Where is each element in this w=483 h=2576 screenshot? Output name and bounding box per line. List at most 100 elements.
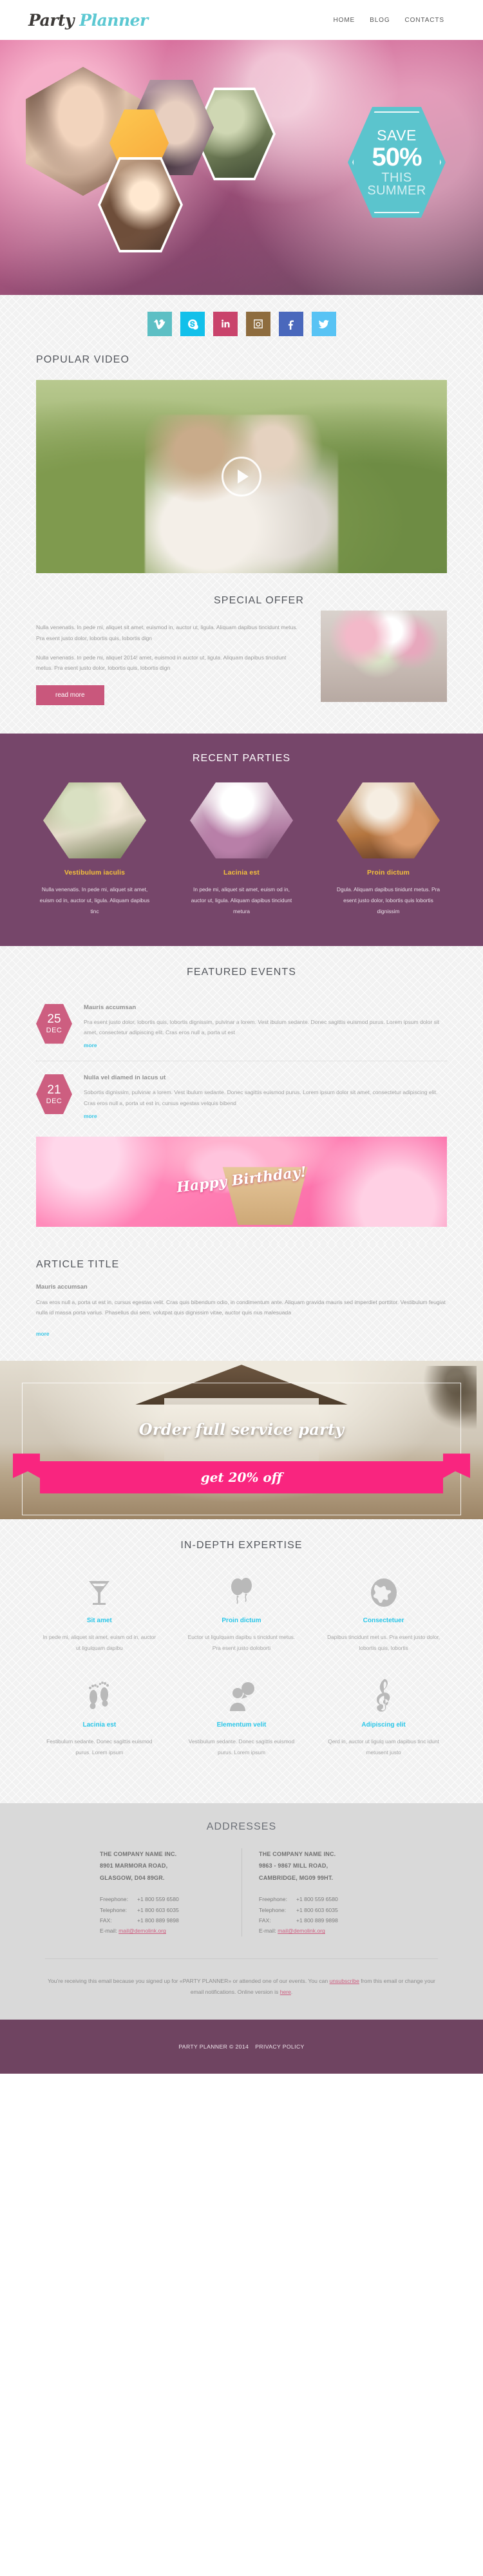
facebook-icon[interactable] [278,312,303,336]
expertise-item: Elementum velit Vestibulum sedante. Done… [171,1674,313,1777]
address-block: THE COMPANY NAME INC. 8901 MARMORA ROAD,… [83,1848,242,1937]
globe-icon [327,1569,440,1608]
article-more-link[interactable]: more [36,1331,49,1337]
expertise-text: In pede mi, aliquet sit amet, euism od i… [43,1634,156,1652]
address-company: THE COMPANY NAME INC. [100,1851,177,1858]
skype-icon[interactable] [180,312,205,336]
freephone-row: Freephone: +1 800 559 6580 [100,1894,225,1904]
cupcake-photo: Happy Birthday! [36,1136,447,1227]
fax-label: FAX: [259,1917,271,1924]
email-label: E-mail: [100,1927,117,1935]
expertise-text: Euctor ut ligulquam dapibu s tincidunt m… [187,1634,296,1652]
recent-party-card[interactable]: Proin dictum Dgula. Aliquam dapibus tini… [320,782,457,918]
unsubscribe-link[interactable]: unsubscribe [330,1978,359,1984]
promo-badge[interactable]: SAVE 50% THIS SUMMER [348,107,446,218]
fax-row: FAX: +1 800 889 9898 [259,1915,383,1926]
telephone-row: Telephone: +1 800 603 6035 [100,1905,225,1915]
recent-party-card[interactable]: Vestibulum iaculis Nulla venenatis. In p… [26,782,163,918]
event-item: 25 DEC Mauris accumsan Pra esent justo d… [36,995,447,1061]
cocktail-glass-icon [43,1569,156,1608]
recent-party-thumbnail [337,782,440,858]
expertise-title: IN-DEPTH EXPERTISE [180,1540,303,1551]
vimeo-icon[interactable] [147,312,172,336]
main-navigation: HOME BLOG CONTACTS [334,17,444,24]
recent-party-text: Dgula. Aliquam dapibus tinidunt metus. P… [336,886,440,915]
freephone-row: Freephone: +1 800 559 6580 [259,1894,383,1904]
recent-party-heading: Lacinia est [223,869,260,876]
event-more-link[interactable]: more [84,1042,97,1048]
expertise-heading: Lacinia est [82,1721,117,1728]
special-offer-title: SPECIAL OFFER [214,595,304,606]
hero-banner: SAVE 50% THIS SUMMER [0,40,483,295]
expertise-item: Consectetuer Dapibus tincidunt met us. P… [312,1569,455,1673]
recent-party-heading: Proin dictum [367,869,410,876]
featured-events-section: FEATURED EVENTS 25 DEC Mauris accumsan P… [0,946,483,1244]
linkedin-icon[interactable] [213,312,238,336]
special-offer-text-column: SPECIAL OFFER Nulla venenatis. In pede m… [36,595,304,705]
treble-clef-icon [327,1674,440,1712]
event-more-link[interactable]: more [84,1113,97,1119]
order-discount-text: get 20% off [200,1470,283,1486]
recent-party-card[interactable]: Lacinia est In pede mi, aliquet sit amet… [173,782,310,918]
online-version-link[interactable]: here [280,1989,291,1995]
email-page: Party Planner HOME BLOG CONTACTS SAVE 50… [0,0,483,2074]
popular-video-title: POPULAR VIDEO [36,354,130,365]
promo-badge-line1: SAVE [377,126,417,144]
expertise-text: Dapibus tincidunt met us. Pra esent just… [327,1634,440,1652]
freephone-value: +1 800 559 6580 [296,1896,338,1903]
popular-video-section: POPULAR VIDEO [0,352,483,573]
nav-item-contacts[interactable]: CONTACTS [405,17,444,24]
event-day: 21 [47,1083,61,1097]
recent-party-thumbnail [190,782,293,858]
recent-parties-section: RECENT PARTIES Vestibulum iaculis Nulla … [0,734,483,946]
address-contact-rows: Freephone: +1 800 559 6580 Telephone: +1… [100,1894,225,1936]
event-body: Mauris accumsan Pra esent justo dolor, l… [84,1004,447,1051]
order-discount-ribbon[interactable]: get 20% off [40,1461,443,1494]
expertise-item: Adipiscing elit Qerd in, auctor ut ligul… [312,1674,455,1777]
logo[interactable]: Party Planner [28,11,148,30]
balloons-icon [185,1569,299,1608]
freephone-label: Freephone: [259,1896,287,1903]
event-day: 25 [47,1012,61,1027]
expertise-text: Qerd in, auctor ut ligulq uam dapibus ti… [328,1738,439,1756]
event-month: DEC [46,1027,62,1035]
event-text: Sobortis dignissim, pulvinar a lorem. Ve… [84,1089,438,1106]
expertise-text: Vestibulum sedante. Donec sagittis euism… [188,1738,295,1756]
legal-text-a: You're receiving this email because you … [48,1977,330,1984]
read-more-button[interactable]: read more [36,685,104,705]
promo-badge-line2: 50% [372,142,422,171]
social-strip [0,295,483,352]
expertise-grid: Sit amet In pede mi, aliquet sit amet, e… [28,1569,455,1777]
address-street: 9863 - 9867 MILL ROAD, [259,1862,328,1870]
email-link[interactable]: mail@demolink.org [118,1926,166,1936]
special-offer-image-column [321,595,447,705]
event-date-badge: 25 DEC [36,1003,72,1044]
special-offer-paragraph-2: Nulla venenatis. In pede mi, aliquet 201… [36,654,287,672]
freephone-value: +1 800 559 6580 [137,1896,179,1903]
article-section: ARTICLE TITLE Mauris accumsan Cras eros … [0,1244,483,1361]
video-player[interactable] [36,380,447,573]
recent-party-text: In pede mi, aliquet sit amet, euism od i… [191,886,292,915]
email-link[interactable]: mail@demolink.org [278,1926,325,1936]
play-button-icon[interactable] [222,457,261,497]
email-row: E-mail: mail@demolink.org [259,1926,383,1936]
twitter-icon[interactable] [311,312,336,336]
privacy-policy-link[interactable]: PRIVACY POLICY [255,2043,304,2050]
event-heading: Mauris accumsan [84,1003,137,1011]
nav-item-home[interactable]: HOME [334,17,355,24]
recent-parties-cards: Vestibulum iaculis Nulla venenatis. In p… [0,782,483,918]
article-heading: Mauris accumsan [36,1283,88,1291]
telephone-label: Telephone: [100,1906,128,1913]
site-header: Party Planner HOME BLOG CONTACTS [0,0,483,40]
event-item: 21 DEC Nulla vel diamed in lacus ut Sobo… [36,1061,447,1132]
legal-text-c: . [290,1988,293,1995]
order-banner-section[interactable]: Order full service party get 20% off [0,1361,483,1520]
promo-badge-line3: THIS [381,170,412,185]
instagram-icon[interactable] [245,312,270,336]
recent-party-thumbnail [43,782,146,858]
nav-item-blog[interactable]: BLOG [370,17,390,24]
addresses-title: ADDRESSES [206,1821,277,1833]
recent-party-heading: Vestibulum iaculis [64,869,126,876]
expertise-section: IN-DEPTH EXPERTISE Sit amet In pede mi, … [0,1519,483,1803]
address-block: THE COMPANY NAME INC. 9863 - 9867 MILL R… [242,1848,400,1937]
